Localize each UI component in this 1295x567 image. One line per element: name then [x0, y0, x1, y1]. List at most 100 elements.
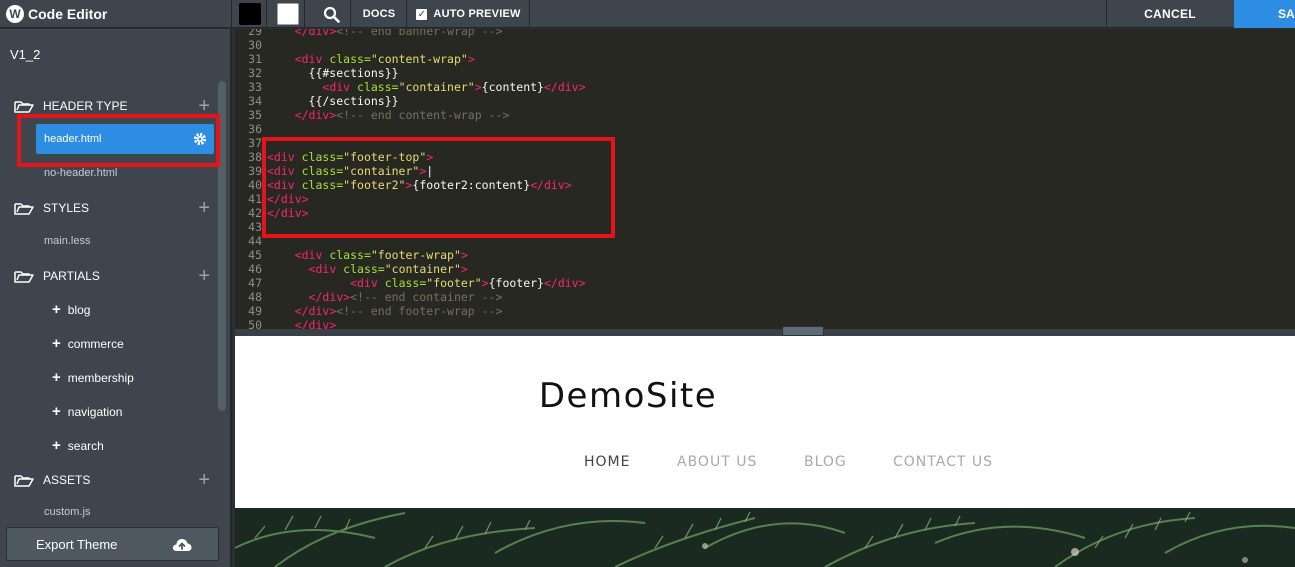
save-button[interactable]: SA: [1234, 0, 1295, 28]
code-token: <!-- end banner-wrap -->: [336, 29, 503, 38]
expand-plus-icon: +: [52, 437, 61, 454]
code-token: </div>: [294, 108, 337, 122]
code-line[interactable]: 50 </div>: [235, 318, 586, 329]
line-number: 49: [248, 304, 262, 318]
docs-button[interactable]: DOCS: [352, 0, 407, 28]
add-file-icon[interactable]: +: [198, 96, 210, 116]
code-line[interactable]: 36: [235, 122, 586, 136]
file-item-custom-js[interactable]: custom.js: [44, 506, 90, 518]
search-icon: [323, 6, 340, 23]
code-token: {footer}: [488, 276, 544, 290]
add-file-icon[interactable]: +: [198, 266, 210, 286]
code-line[interactable]: 49 </div><!-- end footer-wrap -->: [235, 304, 586, 318]
line-content: <div class="container">{content}</div>: [262, 80, 586, 94]
folder-item-commerce[interactable]: + commerce: [52, 335, 124, 352]
line-number: 32: [248, 66, 262, 80]
folder-label: commerce: [67, 336, 124, 351]
resize-handle[interactable]: [782, 326, 824, 336]
line-content: {{#sections}}: [262, 66, 399, 80]
code-line[interactable]: 31 <div class="content-wrap">: [235, 52, 586, 66]
line-number: 29: [248, 29, 262, 38]
section-styles[interactable]: STYLES +: [0, 197, 222, 219]
export-theme-label: Export Theme: [36, 536, 118, 552]
code-token: </div>: [294, 318, 337, 329]
code-line[interactable]: 30: [235, 38, 586, 52]
code-line[interactable]: 48 </div><!-- end container -->: [235, 290, 586, 304]
nav-about-us[interactable]: ABOUT US: [677, 454, 757, 470]
light-swatch-fill: [276, 3, 299, 25]
code-token: {{/sections}}: [267, 94, 399, 108]
line-number: 43: [248, 220, 262, 234]
code-token: </div>: [543, 80, 586, 94]
code-line[interactable]: 47 <div class="footer">{footer}</div>: [235, 276, 585, 290]
code-token: >: [474, 80, 482, 94]
file-item-no-header-html[interactable]: no-header.html: [44, 167, 117, 179]
code-token: class=: [329, 248, 371, 262]
code-token: <div: [350, 276, 385, 290]
code-token: <!-- end footer-wrap -->: [336, 304, 503, 318]
section-label: ASSETS: [43, 473, 91, 487]
auto-preview-toggle[interactable]: ✓ AUTO PREVIEW: [408, 0, 530, 28]
app-title: Code Editor: [28, 6, 108, 22]
section-partials[interactable]: PARTIALS +: [0, 265, 222, 287]
site-title[interactable]: DemoSite: [235, 376, 1021, 416]
file-item-main-less[interactable]: main.less: [44, 235, 90, 247]
folder-item-navigation[interactable]: + navigation: [52, 403, 122, 420]
line-number: 30: [248, 38, 262, 52]
auto-preview-label: AUTO PREVIEW: [433, 8, 521, 20]
code-line[interactable]: 32 {{#sections}}: [235, 66, 586, 80]
code-line[interactable]: 34 {{/sections}}: [235, 94, 586, 108]
code-token: <div: [294, 52, 330, 66]
line-number: 33: [248, 80, 262, 94]
code-token: class=: [357, 80, 399, 94]
add-file-icon[interactable]: +: [198, 470, 210, 490]
add-file-icon[interactable]: +: [198, 198, 210, 218]
light-color-swatch[interactable]: [271, 0, 305, 28]
theme-version: V1_2: [10, 47, 41, 62]
annotation-highlight-box: [262, 137, 615, 238]
code-line[interactable]: 29 </div><!-- end banner-wrap -->: [235, 29, 586, 38]
code-token: {content}: [481, 80, 544, 94]
export-theme-button[interactable]: Export Theme: [6, 527, 219, 561]
code-token: <div: [308, 262, 344, 276]
code-line[interactable]: 33 <div class="container">{content}</div…: [235, 80, 586, 94]
folder-item-blog[interactable]: + blog: [52, 301, 90, 318]
line-content: </div><!-- end banner-wrap -->: [262, 29, 503, 38]
file-sidebar: V1_2 HEADER TYPE + header.html no-header…: [0, 29, 232, 567]
line-number: 37: [248, 136, 262, 150]
line-content: </div><!-- end footer-wrap -->: [262, 304, 503, 318]
search-button[interactable]: [313, 0, 351, 28]
line-content: <div class="container">: [262, 262, 468, 276]
nav-home[interactable]: HOME: [584, 454, 630, 470]
line-number: 47: [248, 276, 262, 290]
cancel-button[interactable]: CANCEL: [1106, 0, 1233, 28]
code-line[interactable]: 45 <div class="footer-wrap">: [235, 248, 586, 262]
code-line[interactable]: 46 <div class="container">: [235, 262, 586, 276]
pane-splitter[interactable]: [235, 329, 1295, 336]
expand-plus-icon: +: [52, 335, 61, 352]
code-token: class=: [343, 262, 385, 276]
code-line[interactable]: 35 </div><!-- end content-wrap -->: [235, 108, 586, 122]
nav-blog[interactable]: BLOG: [804, 454, 847, 470]
weebly-logo-icon: W: [6, 5, 24, 23]
cloud-upload-icon: [172, 539, 192, 551]
code-token: </div>: [294, 304, 337, 318]
folder-open-icon: [14, 271, 34, 283]
code-token: "content-wrap": [370, 52, 468, 66]
nav-contact-us[interactable]: CONTACT US: [893, 454, 993, 470]
folder-item-search[interactable]: + search: [52, 437, 104, 454]
line-number: 34: [248, 94, 262, 108]
folder-open-icon: [14, 203, 34, 215]
dark-color-swatch[interactable]: [233, 0, 267, 28]
banner-image: [235, 508, 1295, 567]
line-number: 39: [248, 164, 262, 178]
section-assets[interactable]: ASSETS +: [0, 469, 222, 491]
line-number: 31: [248, 52, 262, 66]
folder-item-membership[interactable]: + membership: [52, 369, 134, 386]
folder-label: membership: [67, 370, 134, 385]
